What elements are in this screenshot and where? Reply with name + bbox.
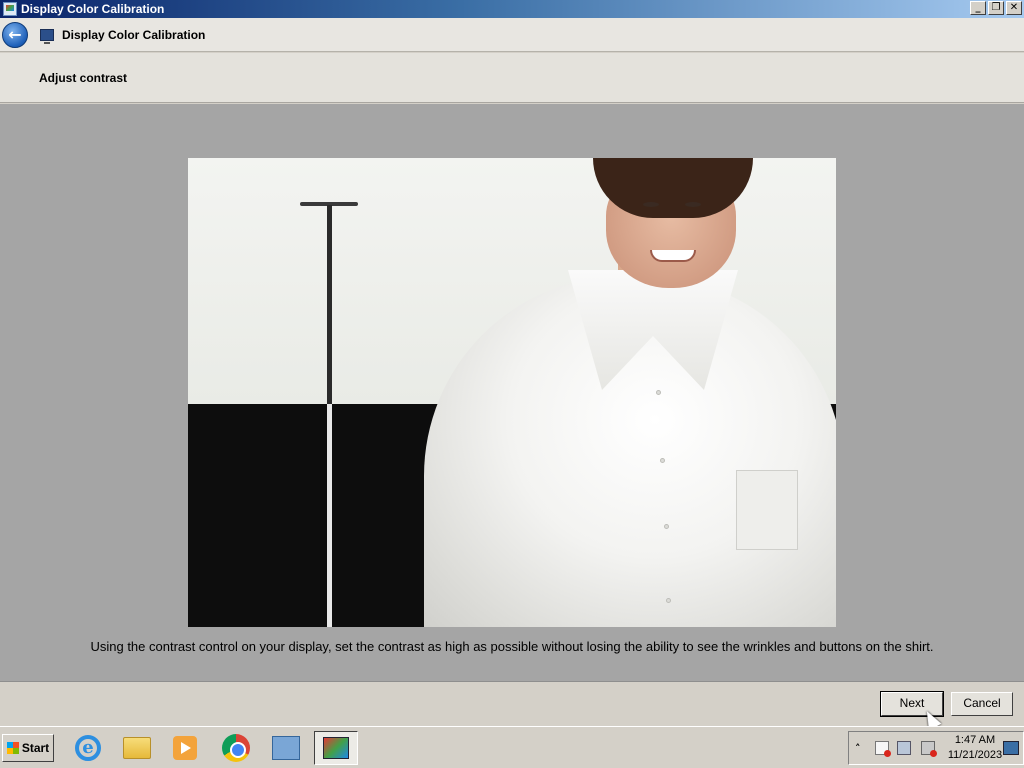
image-eye-right — [685, 202, 701, 207]
internet-explorer-glyph: e — [75, 735, 101, 761]
network-icon[interactable] — [897, 741, 911, 755]
window-title: Display Color Calibration — [21, 2, 165, 16]
clock-time[interactable]: 1:47 AM — [949, 734, 1001, 746]
image-shirt-button — [666, 598, 671, 603]
contrast-reference-image — [188, 158, 836, 627]
server-manager-icon[interactable] — [264, 731, 308, 765]
show-desktop-icon[interactable] — [1003, 741, 1019, 755]
image-shirt-button — [664, 524, 669, 529]
page-header: Adjust contrast — [0, 53, 1024, 103]
system-tray: ˄ 1:47 AM 11/21/2023 — [848, 731, 1024, 765]
image-shirt-pocket — [736, 470, 798, 550]
monitor-icon — [40, 28, 54, 44]
start-button[interactable]: Start — [2, 734, 54, 762]
image-shirt-button — [656, 390, 661, 395]
calibration-content: Using the contrast control on your displ… — [0, 104, 1024, 682]
image-pole-lower — [327, 404, 332, 627]
display-calibration-icon — [3, 2, 17, 16]
internet-explorer-icon[interactable]: e — [66, 731, 110, 765]
volume-muted-icon[interactable] — [921, 741, 937, 757]
chrome-icon[interactable] — [214, 731, 258, 765]
taskbar: Start e ˄ 1:47 AM 11/21/2023 — [0, 726, 1024, 768]
nav-title: Display Color Calibration — [62, 27, 206, 42]
navigation-bar: ← Display Color Calibration — [0, 18, 1024, 52]
display-calibration-glyph — [323, 737, 349, 759]
instruction-text: Using the contrast control on your displ… — [90, 639, 934, 654]
clock-date[interactable]: 11/21/2023 — [945, 749, 1005, 761]
cancel-button[interactable]: Cancel — [951, 692, 1013, 716]
folder-icon[interactable] — [115, 731, 159, 765]
window-titlebar[interactable]: Display Color Calibration _ ❐ ✕ — [0, 0, 1024, 18]
image-eye-left — [643, 202, 659, 207]
page-title: Adjust contrast — [39, 71, 128, 85]
image-pole-upper — [327, 205, 332, 404]
back-button[interactable]: ← — [2, 21, 28, 48]
windows-logo-icon — [6, 742, 19, 754]
chrome-glyph — [222, 734, 250, 762]
close-button[interactable]: ✕ — [1006, 1, 1022, 15]
image-shirt-button — [660, 458, 665, 463]
start-label: Start — [21, 741, 50, 755]
minimize-button[interactable]: _ — [970, 1, 986, 15]
wizard-button-bar: Next Cancel — [0, 683, 1024, 725]
media-player-glyph — [173, 736, 197, 760]
window-controls: _ ❐ ✕ — [970, 1, 1022, 15]
action-center-flag-icon[interactable] — [875, 741, 891, 757]
folder-glyph — [123, 737, 151, 759]
show-hidden-icons-icon[interactable]: ˄ — [855, 742, 861, 755]
server-manager-glyph — [272, 736, 300, 760]
restore-button[interactable]: ❐ — [988, 1, 1004, 15]
display-calibration-icon[interactable] — [314, 731, 358, 765]
media-player-icon[interactable] — [163, 731, 207, 765]
image-smile — [650, 250, 696, 262]
